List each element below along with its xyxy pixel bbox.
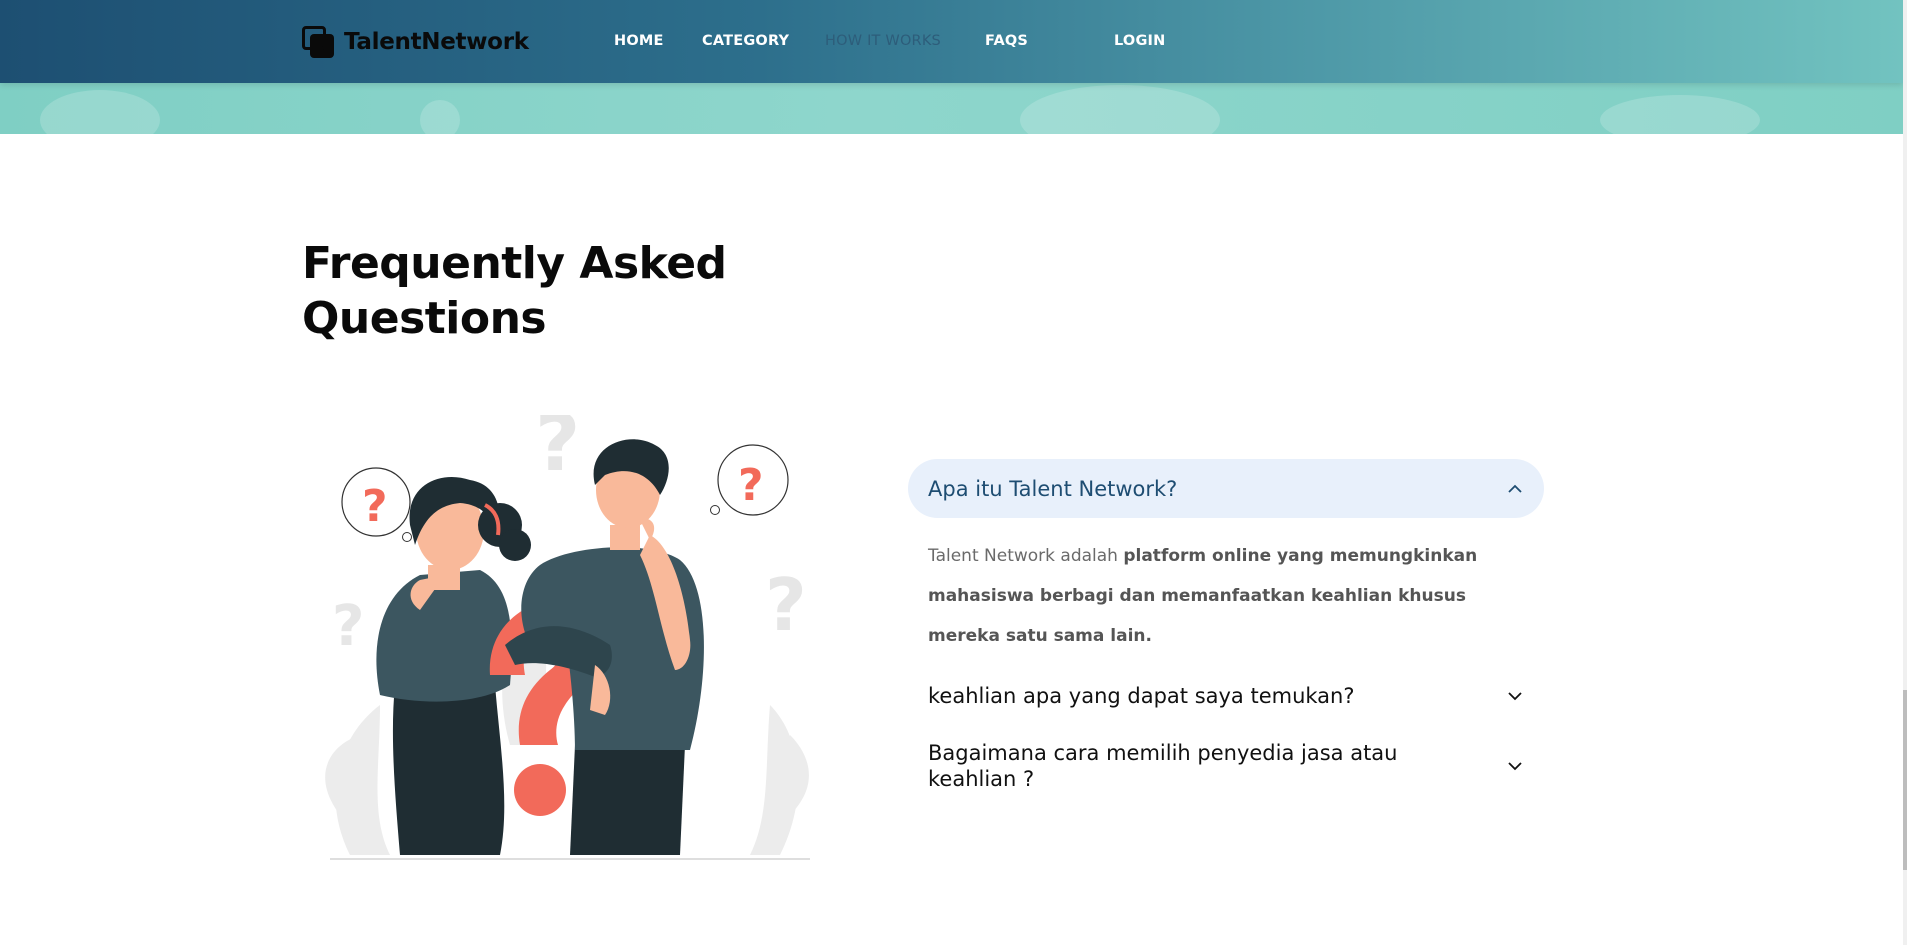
title-line-1: Frequently Asked [302,238,727,289]
nav-how-it-works[interactable]: HOW IT WORKS [825,33,941,49]
nav-login[interactable]: LOGIN [1114,33,1165,49]
faq-item-2-question: keahlian apa yang dapat saya temukan? [928,684,1355,708]
title-line-2: Questions [302,293,547,344]
faq-item-1-header[interactable]: Apa itu Talent Network? [908,459,1544,518]
faq-item-1-answer: Talent Network adalah platform online ya… [908,518,1544,656]
chevron-down-icon[interactable] [1506,687,1524,705]
svg-text:?: ? [765,563,807,647]
chevron-up-icon[interactable] [1506,480,1524,498]
faq-item-1-answer-plain: Talent Network adalah [928,546,1124,566]
navbar: TalentNetwork HOME CATEGORY HOW IT WORKS… [0,0,1903,83]
nav-category[interactable]: CATEGORY [702,33,789,49]
svg-text:?: ? [332,594,364,659]
faq-item-3-header[interactable]: Bagaimana cara memilih penyedia jasa ata… [908,740,1544,792]
svg-text:?: ? [738,460,764,511]
page-title: Frequently Asked Questions [302,236,822,346]
brand-logo[interactable]: TalentNetwork [302,26,529,58]
nav-faqs[interactable]: FAQS [985,33,1028,49]
faq-item-1-question: Apa itu Talent Network? [928,476,1178,501]
svg-text:?: ? [362,481,388,532]
svg-text:?: ? [535,415,580,489]
chevron-down-icon[interactable] [1506,757,1524,775]
overlapping-squares-icon [302,26,336,58]
scrollbar-thumb[interactable] [1903,690,1907,870]
faq-item-3-question: Bagaimana cara memilih penyedia jasa ata… [928,741,1398,791]
brand-name: TalentNetwork [344,29,529,55]
faq-accordion: Apa itu Talent Network? Talent Network a… [908,459,1544,792]
faq-illustration: ? ? ? ? ? [325,415,810,860]
faq-item-2-header[interactable]: keahlian apa yang dapat saya temukan? [908,682,1544,710]
nav-home[interactable]: HOME [614,33,664,49]
